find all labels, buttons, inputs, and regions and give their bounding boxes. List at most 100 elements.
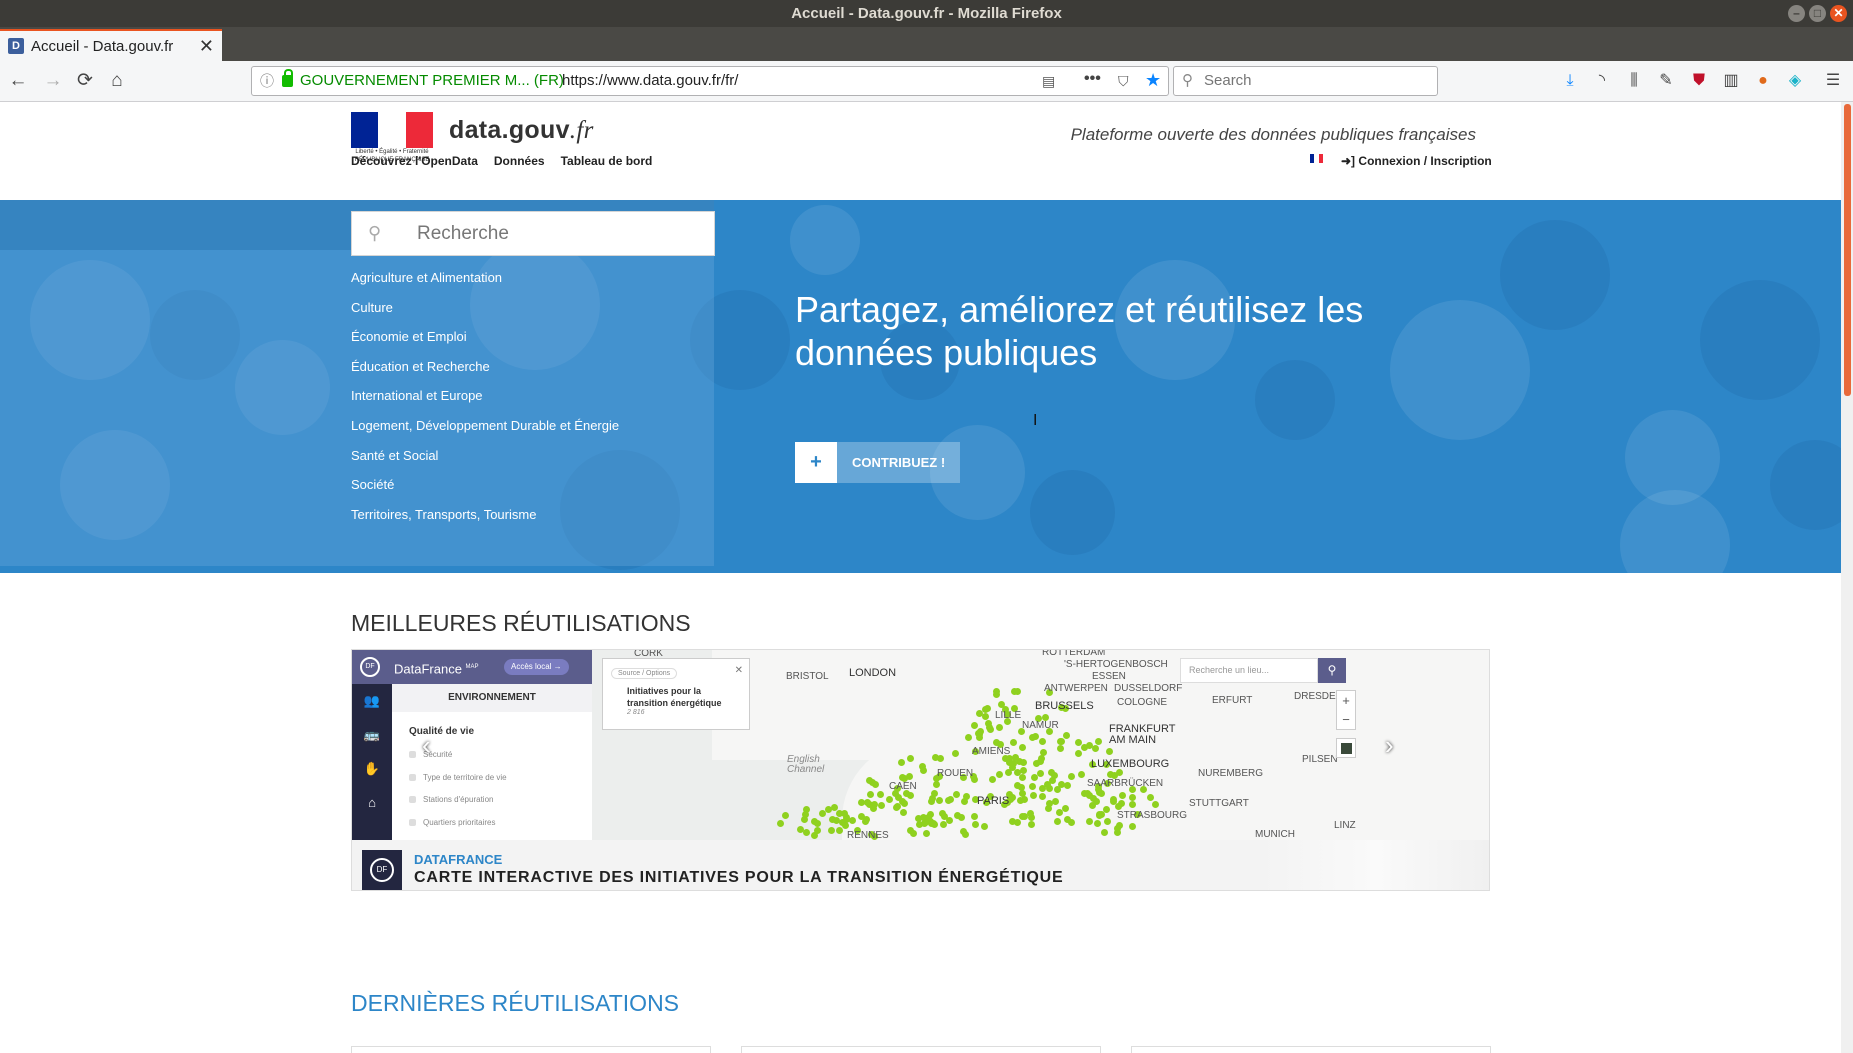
featured-reuse-card[interactable]: DF DataFrance MAP Accès local → 👥 🚌 ✋ ⌂ … xyxy=(351,649,1490,891)
latest-reuse-card[interactable] xyxy=(351,1046,711,1053)
sidebar-icon[interactable]: ▥ xyxy=(1720,69,1742,93)
map-dot xyxy=(1039,793,1046,800)
reuse-title[interactable]: CARTE INTERACTIVE DES INITIATIVES POUR L… xyxy=(414,869,1063,887)
maximize-icon[interactable]: □ xyxy=(1809,5,1826,22)
page-actions-icon[interactable]: ••• xyxy=(1084,65,1101,93)
map-dot xyxy=(1054,818,1061,825)
map-dot xyxy=(828,827,835,834)
reuse-organization[interactable]: DATAFRANCE xyxy=(414,852,502,867)
map-dot xyxy=(849,817,856,824)
map-dot xyxy=(1062,805,1069,812)
map-dot xyxy=(886,796,893,803)
nav-decouvrez[interactable]: Découvrez l'OpenData xyxy=(351,151,478,171)
language-flag-icon[interactable] xyxy=(1310,154,1323,163)
menu-hamburger-icon[interactable]: ☰ xyxy=(1822,69,1844,93)
map-dot xyxy=(996,771,1003,778)
map-dot xyxy=(814,827,821,834)
nav-donnees[interactable]: Données xyxy=(494,151,545,171)
reload-icon[interactable]: ⟳ xyxy=(73,69,97,93)
latest-reuse-card[interactable] xyxy=(1131,1046,1491,1053)
map-dot xyxy=(1064,816,1071,823)
pocket-icon[interactable]: ⛉ xyxy=(1118,67,1129,95)
map-dot xyxy=(1106,748,1113,755)
map-dot xyxy=(878,802,885,809)
close-window-icon[interactable]: ✕ xyxy=(1830,5,1847,22)
ublock-icon[interactable]: ⛊ xyxy=(1688,69,1710,93)
library-icon[interactable]: ⫼ xyxy=(1623,69,1645,93)
topic-sante[interactable]: Santé et Social xyxy=(351,446,619,476)
tab-accueil[interactable]: D Accueil - Data.gouv.fr ✕ xyxy=(0,29,222,61)
reader-view-icon[interactable]: ▤ xyxy=(1042,67,1055,95)
map-dot xyxy=(1040,749,1047,756)
house-icon: ⌂ xyxy=(368,795,376,810)
back-icon[interactable]: ← xyxy=(6,69,30,93)
nav-tableau-de-bord[interactable]: Tableau de bord xyxy=(561,151,653,171)
eyedropper-icon[interactable]: ✎ xyxy=(1655,69,1677,93)
people-icon: 👥 xyxy=(363,693,381,708)
latest-reuse-card[interactable] xyxy=(741,1046,1101,1053)
map-city: ROTTERDAM xyxy=(1042,650,1106,658)
lock-icon[interactable] xyxy=(282,69,293,87)
contribuez-button[interactable]: + CONTRIBUEZ ! xyxy=(795,442,961,483)
topic-territoires[interactable]: Territoires, Transports, Tourisme xyxy=(351,505,619,535)
map-dot xyxy=(1052,798,1059,805)
navigation-toolbar: ← → ⟳ ⌂ ⓘ GOUVERNEMENT PREMIER M... (FR)… xyxy=(0,61,1853,102)
map-dot xyxy=(1096,811,1103,818)
map-city: STUTTGART xyxy=(1189,798,1249,809)
map-dot xyxy=(836,810,843,817)
map-dot xyxy=(1093,798,1100,805)
topic-logement[interactable]: Logement, Développement Durable et Énerg… xyxy=(351,416,619,446)
carousel-next-icon[interactable]: › xyxy=(1385,730,1394,761)
search-placeholder: Recherche xyxy=(417,223,509,244)
browser-search-bar[interactable]: ⚲ Search xyxy=(1173,66,1438,96)
search-icon: ⚲ xyxy=(1182,72,1193,89)
marianne-logo[interactable] xyxy=(351,112,433,148)
map-dot xyxy=(1152,801,1159,808)
topic-societe[interactable]: Société xyxy=(351,475,619,505)
topic-international[interactable]: International et Europe xyxy=(351,386,619,416)
home-icon[interactable]: ⌂ xyxy=(105,69,129,93)
window-title: Accueil - Data.gouv.fr - Mozilla Firefox xyxy=(791,5,1062,22)
extension-orange-icon[interactable]: ● xyxy=(1752,69,1774,93)
map-dot xyxy=(898,759,905,766)
site-identity[interactable]: GOUVERNEMENT PREMIER M... (FR) xyxy=(300,67,564,95)
topic-agriculture[interactable]: Agriculture et Alimentation xyxy=(351,268,619,298)
topic-education[interactable]: Éducation et Recherche xyxy=(351,357,619,387)
url-bar[interactable]: ⓘ GOUVERNEMENT PREMIER M... (FR) https:/… xyxy=(251,66,1169,96)
map-popup: Source / Options ✕ Initiatives pour la t… xyxy=(602,658,750,730)
map-dot xyxy=(1063,732,1070,739)
map-dot xyxy=(989,776,996,783)
tab-close-icon[interactable]: ✕ xyxy=(199,36,214,57)
minimize-icon[interactable]: – xyxy=(1788,5,1805,22)
topic-culture[interactable]: Culture xyxy=(351,298,619,328)
reuse-screenshot-sidebar: DF DataFrance MAP Accès local → 👥 🚌 ✋ ⌂ … xyxy=(352,650,592,840)
login-link[interactable]: ➜] Connexion / Inscription xyxy=(1341,151,1492,171)
map-dot xyxy=(963,793,970,800)
reuse-icon-rail: 👥 🚌 ✋ ⌂ xyxy=(352,684,392,840)
scrollbar-thumb[interactable] xyxy=(1844,104,1851,396)
page-scrollbar[interactable] xyxy=(1841,102,1853,1053)
reuse-app-header: DF DataFrance MAP Accès local → xyxy=(352,650,592,684)
downloads-icon[interactable]: ⤓ xyxy=(1559,69,1581,93)
map-search-field: Recherche un lieu... xyxy=(1180,658,1318,683)
reuse-section-label: ENVIRONNEMENT xyxy=(392,684,592,712)
map-dot xyxy=(907,755,914,762)
map-city: ERFURT xyxy=(1212,695,1253,706)
map-dot xyxy=(1045,805,1052,812)
site-brand[interactable]: data.gouv.fr xyxy=(449,116,594,145)
bookmark-star-icon[interactable]: ★ xyxy=(1145,66,1161,94)
topic-economie[interactable]: Économie et Emploi xyxy=(351,327,619,357)
map-dot xyxy=(977,728,984,735)
url-text[interactable]: https://www.data.gouv.fr/fr/ xyxy=(562,67,738,95)
map-city: COLOGNE xyxy=(1117,697,1168,708)
carousel-prev-icon[interactable]: ‹ xyxy=(422,730,431,761)
map-city: PARIS xyxy=(977,795,1010,807)
forward-icon[interactable]: → xyxy=(41,69,65,93)
extension-blue-icon[interactable]: ◈ xyxy=(1784,69,1806,93)
site-info-icon[interactable]: ⓘ xyxy=(260,67,274,95)
map-layers-icon xyxy=(1336,738,1356,758)
map-dot xyxy=(1020,767,1027,774)
dataset-search-input[interactable]: ⚲ Recherche xyxy=(351,211,715,256)
map-search-icon: ⚲ xyxy=(1318,658,1346,683)
rss-icon[interactable]: ◝ xyxy=(1591,69,1613,93)
